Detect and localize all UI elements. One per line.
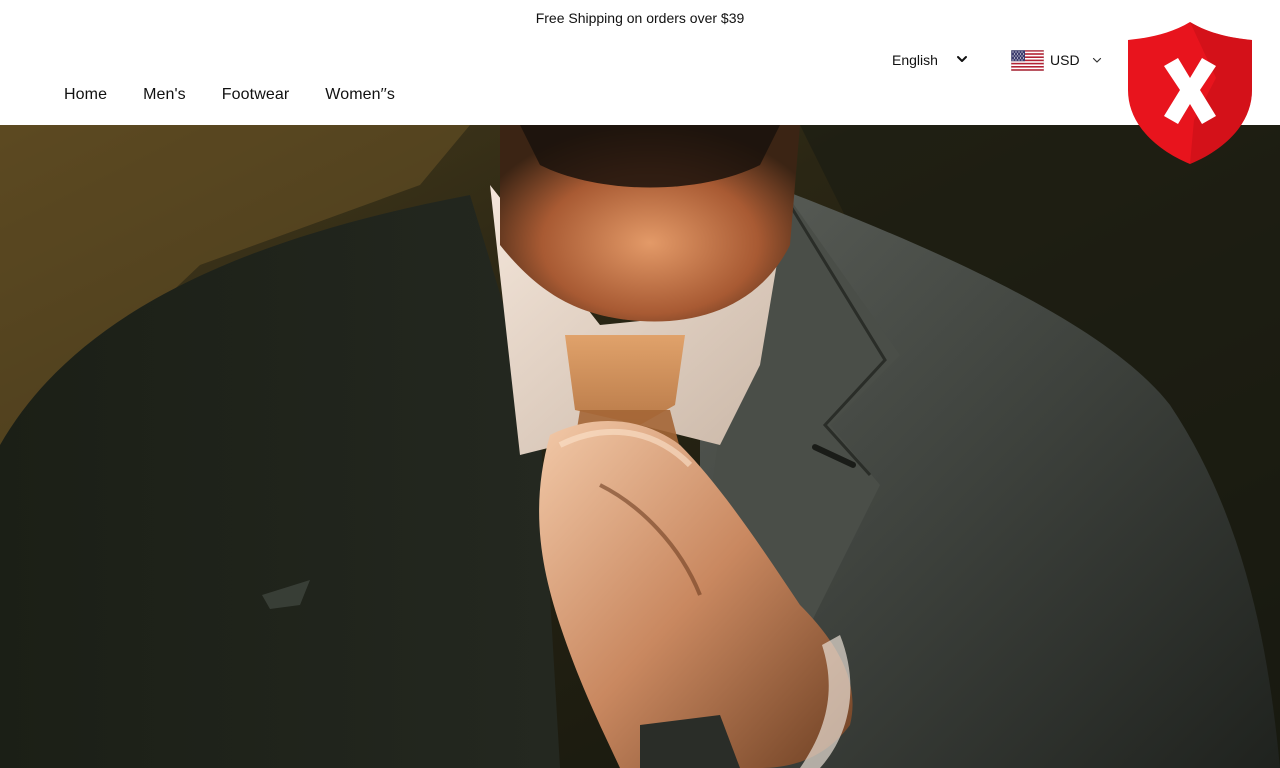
hero-banner[interactable] [0,125,1280,768]
language-select[interactable]: English [892,49,972,71]
announcement-text: Free Shipping on orders over $39 [535,10,745,26]
man-adjusting-tie-photo [0,125,1280,768]
currency-select[interactable]: USD [1011,48,1102,72]
red-shield-x-icon[interactable] [1124,20,1256,166]
chevron-down-icon [1092,57,1101,63]
nav-item-mens[interactable]: Men's [143,86,186,104]
announcement-bar: Free Shipping on orders over $39 [0,0,1280,36]
nav-item-home[interactable]: Home [64,86,107,104]
us-flag-icon [1011,49,1044,71]
language-selected: English [892,52,938,68]
nav-item-womens[interactable]: Women′′s [325,86,395,104]
main-nav: Home Men's Footwear Women′′s [64,86,395,104]
currency-selected: USD [1050,52,1080,68]
chevron-down-icon [957,56,967,62]
page: Free Shipping on orders over $39 English [0,0,1280,768]
nav-item-footwear[interactable]: Footwear [222,86,290,104]
site-header: English USD Home Men's Footwear Women′′s [0,36,1280,125]
